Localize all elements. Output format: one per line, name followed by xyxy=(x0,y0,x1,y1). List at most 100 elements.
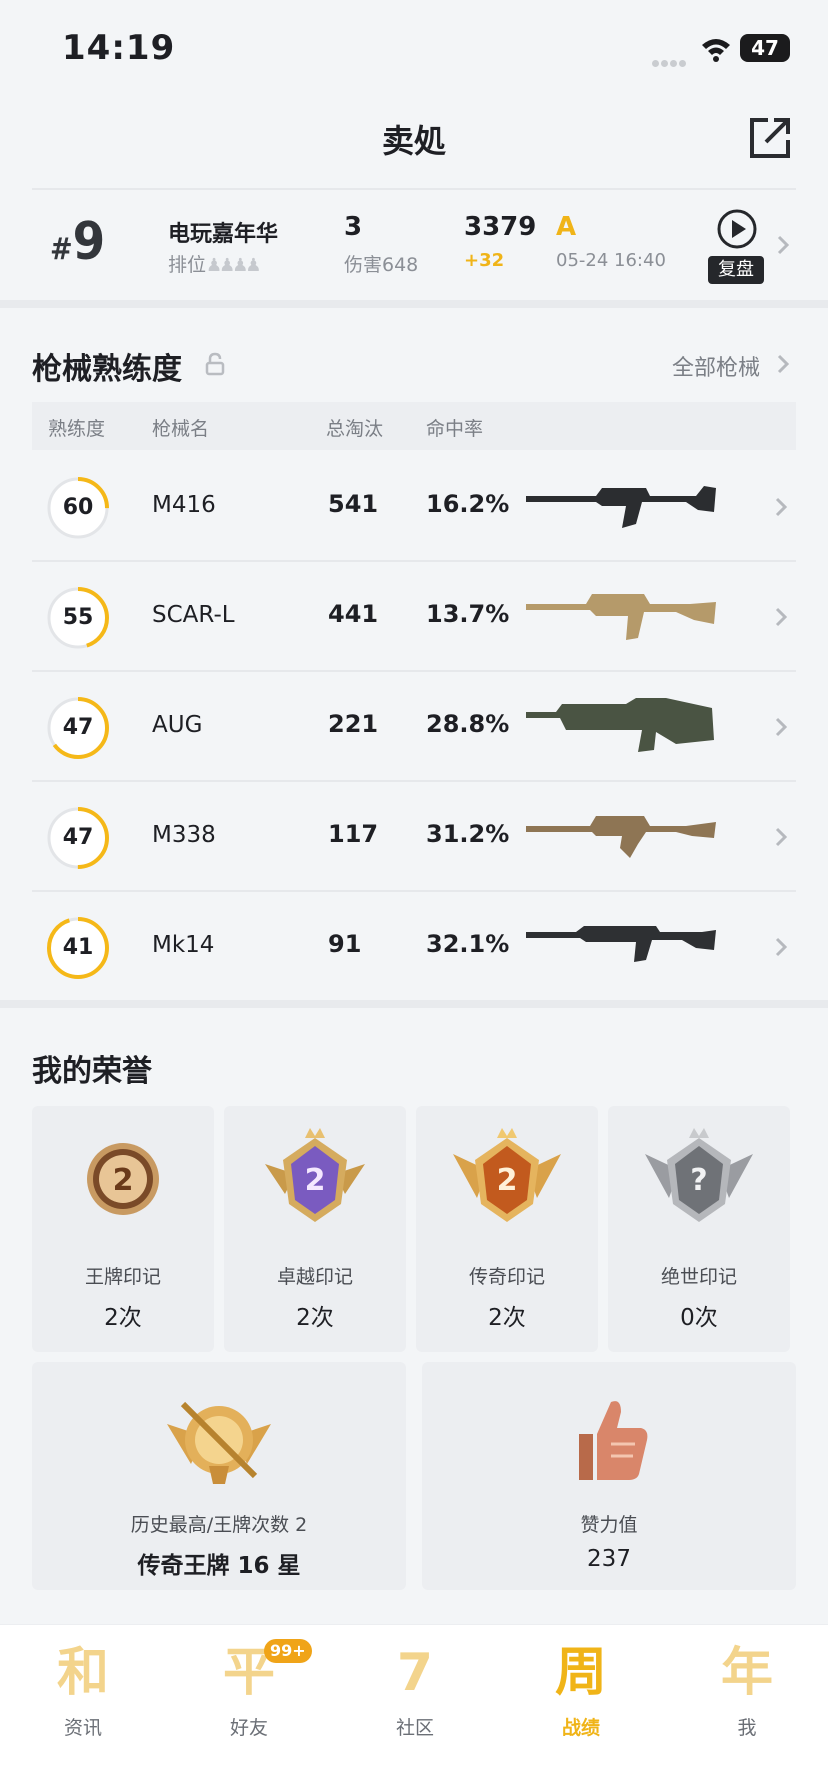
peerless-badge-icon: ? xyxy=(645,1128,753,1222)
mastery-level: 47 xyxy=(62,825,94,850)
assault-rifle-black-icon xyxy=(526,486,716,528)
match-score: 3379 xyxy=(464,212,537,242)
news-icon: 和 xyxy=(56,1643,109,1703)
replay-button[interactable]: 复盘 xyxy=(708,208,764,284)
honor-card-peerless[interactable]: ? 绝世印记 0次 xyxy=(608,1106,790,1352)
header-gun-name: 枪械名 xyxy=(152,418,210,440)
match-mode: 电玩嘉年华 xyxy=(168,222,279,247)
play-icon xyxy=(717,209,757,249)
marksman-rifle-black-icon xyxy=(526,926,716,962)
honor-count: 2次 xyxy=(488,1305,526,1331)
header-accuracy: 命中率 xyxy=(426,418,484,440)
honor-name: 绝世印记 xyxy=(660,1266,737,1288)
header-mastery: 熟练度 xyxy=(48,418,106,440)
honor-name: 传奇印记 xyxy=(468,1266,545,1288)
tab-me[interactable]: 年 我 xyxy=(664,1639,828,1749)
best-rank-sub: 历史最高/王牌次数 2 xyxy=(130,1514,308,1536)
chevron-right-icon xyxy=(775,717,788,737)
match-rank: #9 xyxy=(50,212,106,272)
status-time: 14:19 xyxy=(62,28,176,68)
excellence-badge-icon: 2 xyxy=(265,1128,365,1222)
tab-label: 社区 xyxy=(395,1717,434,1739)
page-header: 卖処 xyxy=(0,96,828,186)
all-guns-link[interactable]: 全部枪械 xyxy=(672,350,760,382)
gun-kills: 91 xyxy=(328,930,362,958)
svg-text:2: 2 xyxy=(305,1163,326,1198)
gun-accuracy: 32.1% xyxy=(426,930,510,958)
honor-count: 2次 xyxy=(104,1305,142,1331)
match-mode-sub: 排位♟♟♟♟ xyxy=(168,254,262,276)
mastery-level: 55 xyxy=(62,605,94,630)
wifi-icon xyxy=(702,39,730,62)
gun-kills: 541 xyxy=(328,490,379,518)
likes-card[interactable]: 赞力值 237 xyxy=(422,1362,796,1590)
gun-name: AUG xyxy=(152,712,203,738)
tab-friends[interactable]: 平 99+ 好友 xyxy=(166,1639,332,1749)
legend-badge-icon: 2 xyxy=(453,1128,561,1222)
status-bar: 14:19 47 xyxy=(0,0,828,96)
gun-kills: 221 xyxy=(328,710,379,738)
tab-community[interactable]: 7 社区 xyxy=(332,1639,498,1749)
chevron-right-icon xyxy=(775,607,788,627)
replay-label: 复盘 xyxy=(708,256,764,284)
battery-indicator: 47 xyxy=(740,34,790,62)
svg-text:2: 2 xyxy=(113,1163,134,1198)
svg-text:2: 2 xyxy=(497,1163,518,1198)
gun-accuracy: 28.8% xyxy=(426,710,510,738)
chevron-right-icon xyxy=(775,937,788,957)
mastery-level: 47 xyxy=(62,715,94,740)
gun-kills: 441 xyxy=(328,600,379,628)
gun-name: M416 xyxy=(152,492,216,518)
recent-match-row[interactable]: #9 电玩嘉年华 排位♟♟♟♟ 3 伤害648 3379 +32 A 05-24… xyxy=(32,190,796,300)
gun-mastery-title: 枪械熟练度 xyxy=(32,352,182,387)
me-icon: 年 xyxy=(720,1643,773,1703)
honor-card-legend[interactable]: 2 传奇印记 2次 xyxy=(416,1106,598,1352)
header-kills: 总淘汰 xyxy=(326,418,384,440)
honor-count: 2次 xyxy=(296,1305,334,1331)
chevron-right-icon xyxy=(775,827,788,847)
match-damage: 伤害648 xyxy=(344,254,419,276)
assault-rifle-tan-icon xyxy=(526,594,716,640)
tab-label: 资讯 xyxy=(63,1717,102,1739)
legend-ace-badge-icon xyxy=(167,1401,271,1484)
bullpup-rifle-green-icon xyxy=(526,698,714,752)
team-icon: ♟♟♟♟ xyxy=(206,255,262,276)
community-icon: 7 xyxy=(396,1643,434,1703)
gun-accuracy: 16.2% xyxy=(426,490,510,518)
honor-card-ace[interactable]: 2 王牌印记 2次 xyxy=(32,1106,214,1352)
gun-name: Mk14 xyxy=(152,932,215,958)
machine-gun-bronze-icon xyxy=(526,816,716,858)
gun-row[interactable]: 55 SCAR-L 441 13.7% xyxy=(32,562,796,672)
gun-name: M338 xyxy=(152,822,216,848)
honors-title: 我的荣誉 xyxy=(32,1054,152,1089)
notification-badge: 99+ xyxy=(264,1639,312,1663)
gun-row[interactable]: 41 Mk14 91 32.1% xyxy=(32,892,796,1002)
honor-card-excellence[interactable]: 2 卓越印记 2次 xyxy=(224,1106,406,1352)
honor-count: 0次 xyxy=(680,1305,718,1331)
gun-row[interactable]: 47 M338 117 31.2% xyxy=(32,782,796,892)
gun-accuracy: 13.7% xyxy=(426,600,510,628)
share-icon[interactable] xyxy=(748,116,792,160)
records-icon: 周 xyxy=(554,1643,607,1703)
gun-row[interactable]: 60 M416 541 16.2% xyxy=(32,452,796,562)
section-separator xyxy=(0,300,828,308)
likes-sub: 赞力值 xyxy=(580,1514,638,1536)
bottom-tab-bar: 和 资讯 平 99+ 好友 7 社区 周 战绩 年 我 xyxy=(0,1624,828,1792)
gun-table-header: 熟练度 枪械名 总淘汰 命中率 xyxy=(32,402,796,450)
gun-row[interactable]: 47 AUG 221 28.8% xyxy=(32,672,796,782)
gun-accuracy: 31.2% xyxy=(426,820,510,848)
best-rank-card[interactable]: 历史最高/王牌次数 2 传奇王牌 16 星 xyxy=(32,1362,406,1590)
chevron-right-icon xyxy=(775,497,788,517)
mastery-level: 60 xyxy=(62,495,94,520)
best-rank-value: 传奇王牌 16 星 xyxy=(137,1553,301,1579)
tab-news[interactable]: 和 资讯 xyxy=(0,1639,166,1749)
chevron-right-icon[interactable] xyxy=(776,353,790,375)
match-kills: 3 xyxy=(344,212,363,242)
gun-kills: 117 xyxy=(328,820,379,848)
tab-records[interactable]: 周 战绩 xyxy=(498,1639,664,1749)
signal-icon xyxy=(652,52,692,67)
section-separator xyxy=(0,1000,828,1008)
lock-icon xyxy=(205,352,225,376)
match-time: 05-24 16:40 xyxy=(556,250,666,271)
page-title: 卖処 xyxy=(381,122,446,160)
